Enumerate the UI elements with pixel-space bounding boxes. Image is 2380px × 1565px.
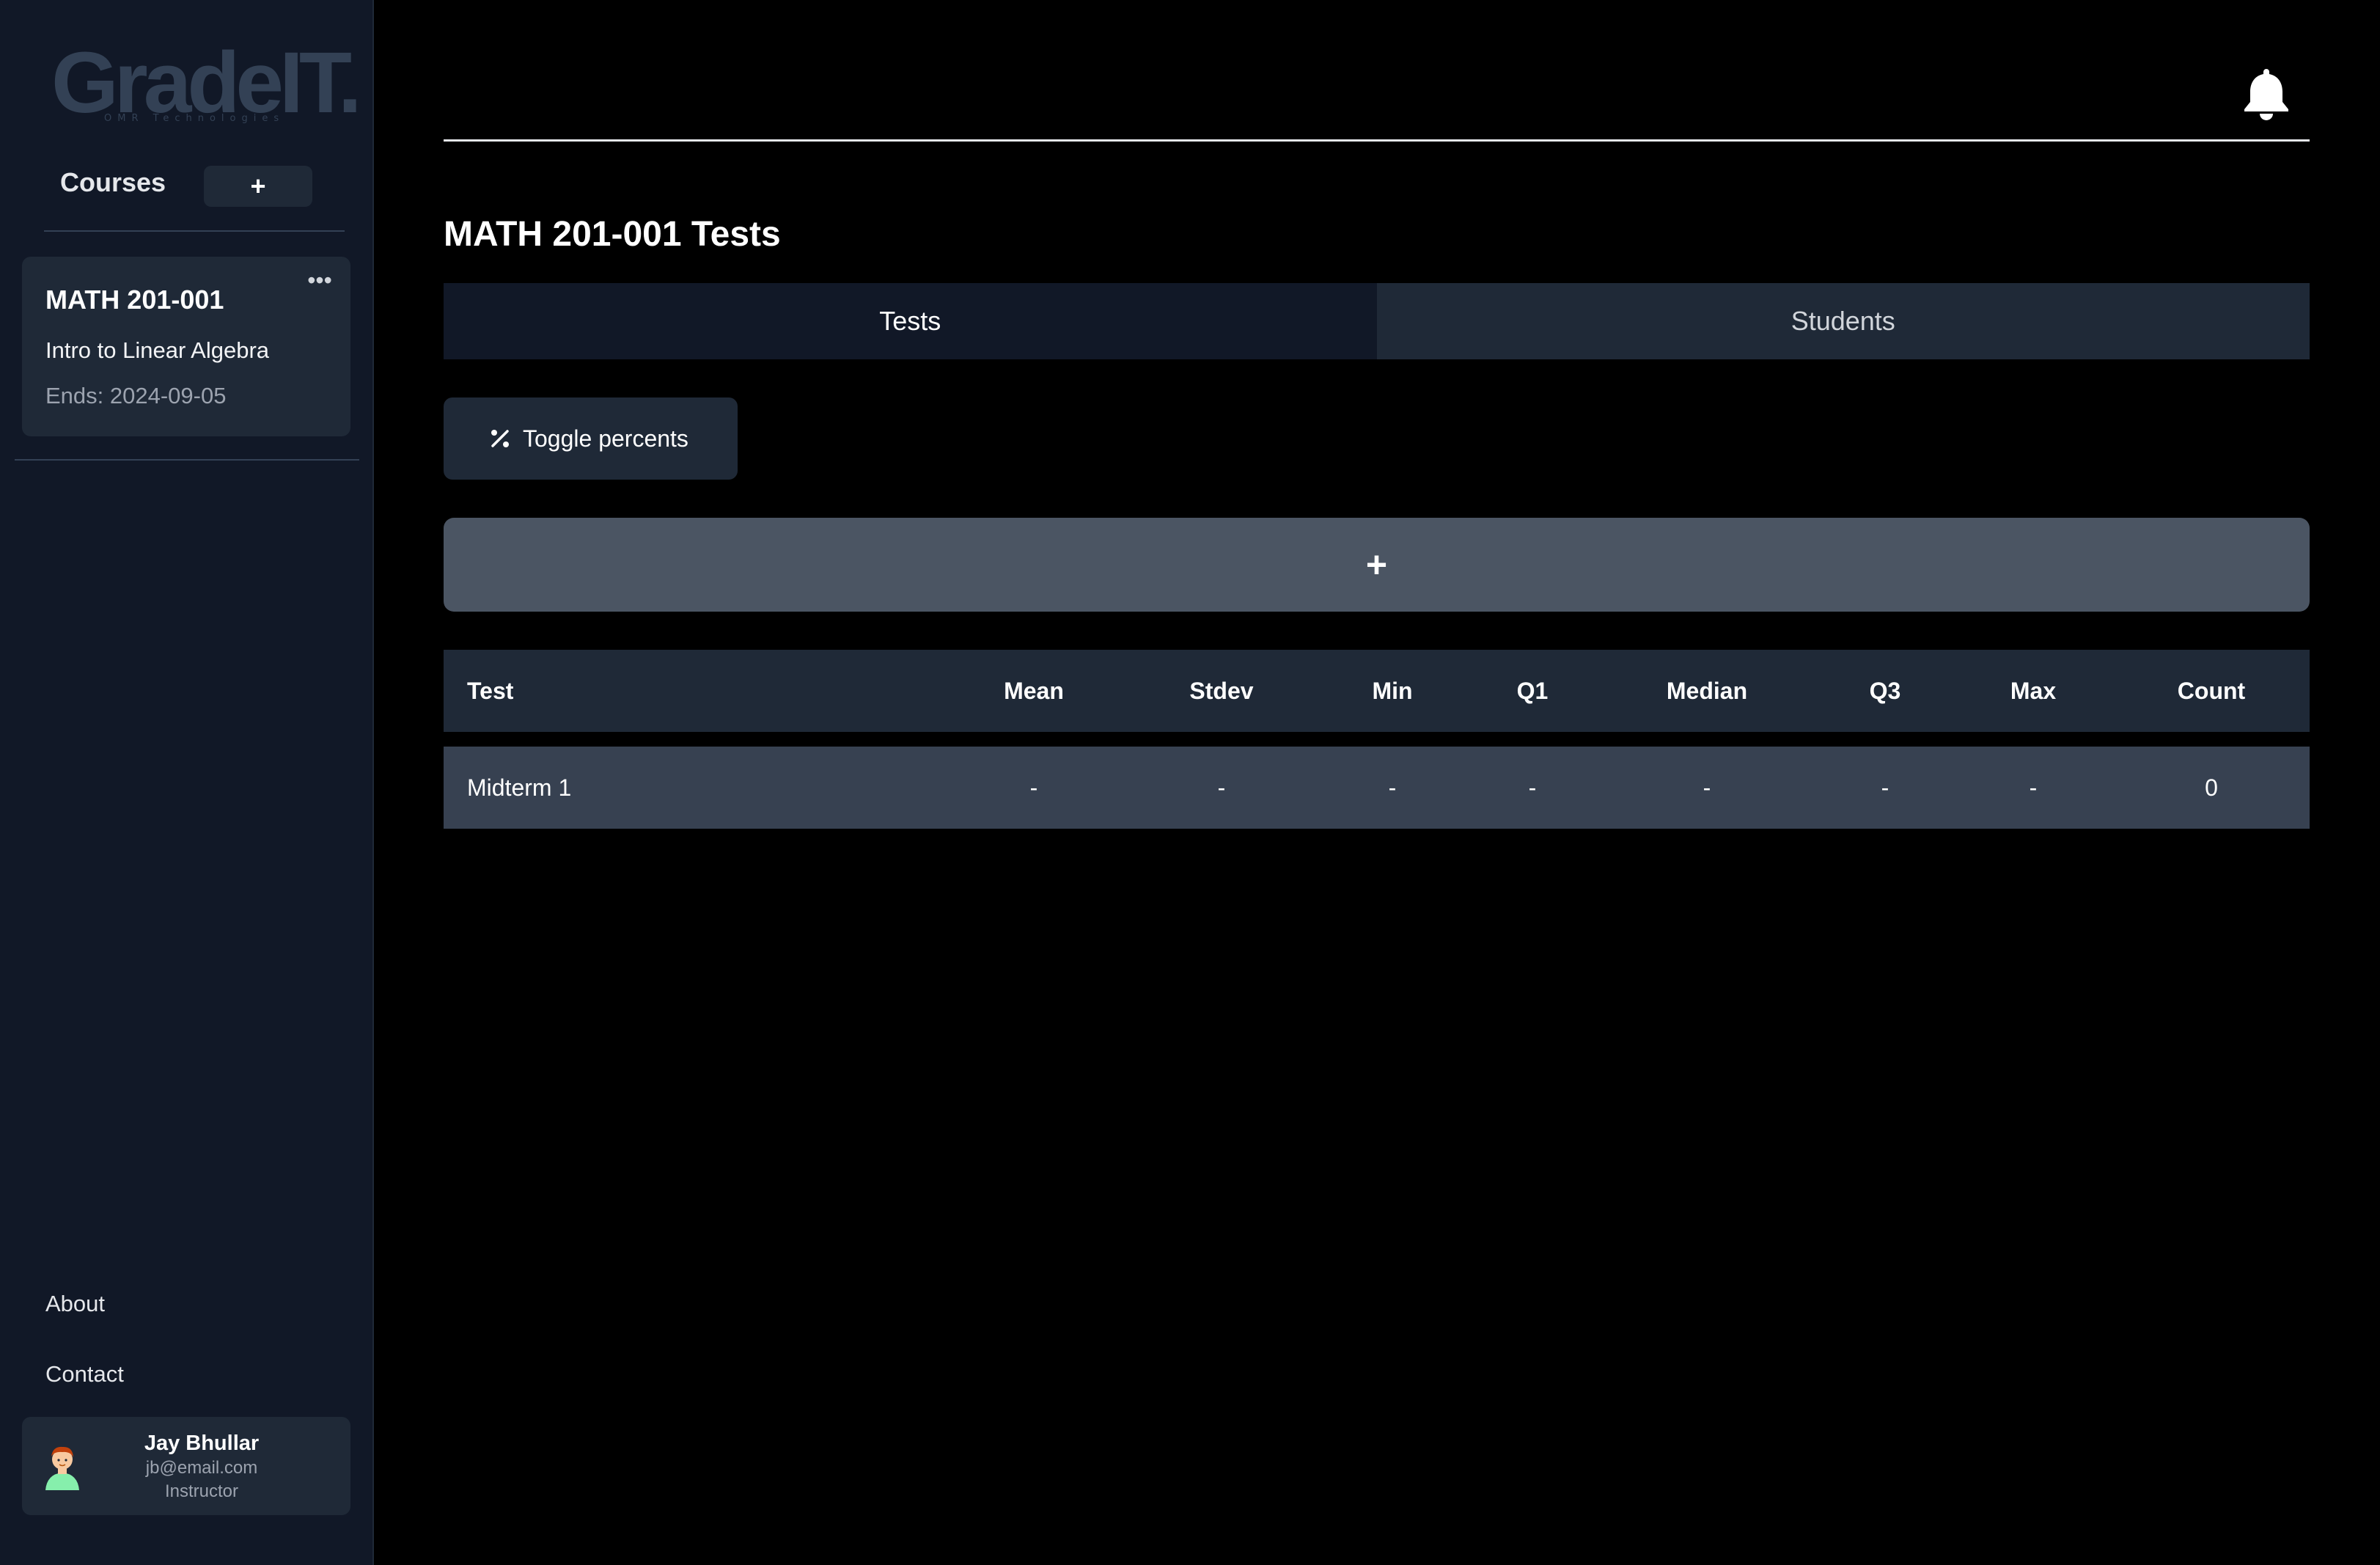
- sidebar-divider: [44, 230, 345, 232]
- course-code: MATH 201-001: [45, 285, 224, 315]
- cell-count: 0: [2205, 774, 2218, 801]
- logo-tagline: OMR Technologies: [104, 113, 285, 124]
- cell-mean: -: [1029, 774, 1038, 801]
- nav-about-link[interactable]: About: [45, 1291, 105, 1317]
- person-avatar-icon: [45, 1446, 79, 1490]
- cell-stdev: -: [1217, 774, 1226, 801]
- tab-bar: Tests Students: [444, 283, 2310, 359]
- column-header-q1[interactable]: Q1: [1517, 678, 1549, 705]
- course-name: Intro to Linear Algebra: [45, 337, 270, 363]
- cell-min: -: [1388, 774, 1397, 801]
- tab-tests[interactable]: Tests: [444, 283, 1377, 359]
- user-name: Jay Bhullar: [144, 1432, 260, 1455]
- cell-q3: -: [1881, 774, 1889, 801]
- gradeit-logo[interactable]: GradeIT. OMR Technologies: [51, 35, 362, 131]
- column-header-stdev[interactable]: Stdev: [1189, 678, 1253, 705]
- user-info: Jay Bhullar jb@email.com Instructor: [95, 1430, 308, 1503]
- column-header-q3[interactable]: Q3: [1870, 678, 1901, 705]
- percent-icon: [491, 430, 509, 447]
- header-divider: [444, 139, 2310, 142]
- table-row[interactable]: Midterm 1 - - - - - - - 0: [444, 747, 2310, 829]
- column-header-mean[interactable]: Mean: [1004, 678, 1064, 705]
- bell-icon[interactable]: [2242, 67, 2291, 120]
- cell-test-name: Midterm 1: [467, 774, 572, 801]
- course-end-date: Ends: 2024-09-05: [45, 383, 227, 408]
- column-header-count[interactable]: Count: [2178, 678, 2245, 705]
- cell-max: -: [2029, 774, 2038, 801]
- page-title: MATH 201-001 Tests: [444, 215, 781, 254]
- course-more-options-icon[interactable]: •••: [305, 268, 334, 295]
- nav-contact-link[interactable]: Contact: [45, 1361, 124, 1388]
- sidebar: GradeIT. OMR Technologies Courses + MATH…: [0, 0, 374, 1565]
- test-stats-table: Test Mean Stdev Min Q1 Median Q3 Max Cou…: [444, 650, 2310, 829]
- courses-heading: Courses: [60, 167, 166, 197]
- column-header-max[interactable]: Max: [2010, 678, 2056, 705]
- sidebar-divider: [15, 459, 359, 461]
- add-course-button[interactable]: +: [204, 166, 312, 207]
- user-profile-card[interactable]: Jay Bhullar jb@email.com Instructor: [22, 1417, 350, 1515]
- cell-q1: -: [1528, 774, 1537, 801]
- cell-median: -: [1703, 774, 1711, 801]
- toggle-percents-button[interactable]: Toggle percents: [444, 397, 738, 480]
- tab-students[interactable]: Students: [1376, 283, 2310, 359]
- column-header-min[interactable]: Min: [1372, 678, 1412, 705]
- table-header-row: Test Mean Stdev Min Q1 Median Q3 Max Cou…: [444, 650, 2310, 732]
- add-test-button[interactable]: +: [444, 518, 2310, 612]
- column-header-test[interactable]: Test: [467, 678, 513, 705]
- user-role: Instructor: [164, 1481, 239, 1501]
- course-card[interactable]: MATH 201-001 ••• Intro to Linear Algebra…: [22, 257, 350, 436]
- user-email: jb@email.com: [145, 1458, 258, 1478]
- toggle-percents-label: Toggle percents: [523, 425, 688, 452]
- column-header-median[interactable]: Median: [1667, 678, 1747, 705]
